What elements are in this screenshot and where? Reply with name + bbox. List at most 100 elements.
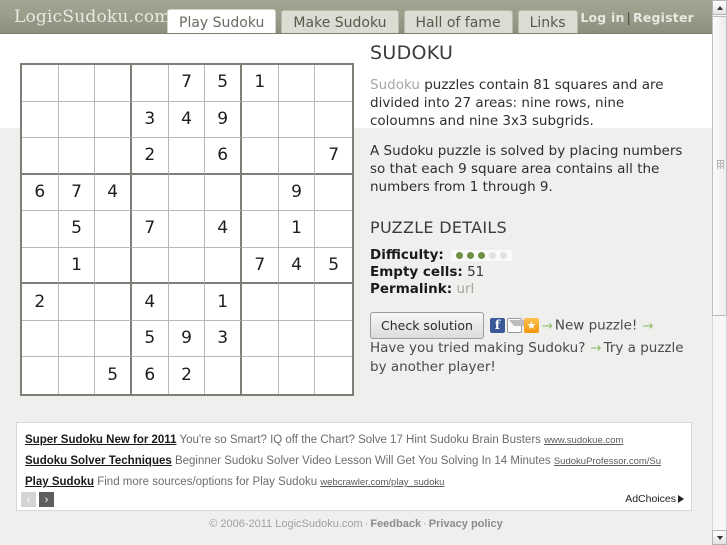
sudoku-cell-r4c3[interactable]: 4: [95, 174, 132, 212]
sudoku-cell-r4c6[interactable]: [205, 174, 242, 212]
sudoku-cell-r2c4[interactable]: 3: [132, 101, 169, 139]
sudoku-cell-r7c9[interactable]: [315, 284, 352, 321]
sudoku-cell-r6c1[interactable]: [22, 247, 59, 285]
sudoku-cell-r1c5[interactable]: 7: [168, 65, 206, 102]
sudoku-cell-r1c1[interactable]: [22, 65, 59, 102]
sudoku-cell-r9c6[interactable]: [205, 357, 242, 394]
sudoku-cell-r1c7[interactable]: 1: [242, 65, 279, 102]
sudoku-cell-r4c7[interactable]: [242, 174, 279, 212]
sudoku-cell-r2c7[interactable]: [242, 101, 279, 139]
sudoku-cell-r2c9[interactable]: [315, 101, 352, 139]
sudoku-cell-r5c3[interactable]: [95, 211, 132, 248]
sudoku-cell-r7c1[interactable]: 2: [22, 284, 59, 321]
sudoku-cell-r5c2[interactable]: 5: [58, 211, 96, 248]
scrollbar-up-button[interactable]: [712, 0, 727, 15]
ad-url[interactable]: www.sudokue.com: [544, 435, 623, 446]
sudoku-cell-r3c2[interactable]: [58, 138, 96, 175]
sudoku-cell-r8c8[interactable]: [278, 320, 316, 358]
ad-title[interactable]: Super Sudoku New for 2011: [25, 434, 176, 446]
scrollbar-down-button[interactable]: [712, 530, 727, 545]
sudoku-cell-r3c9[interactable]: 7: [315, 138, 352, 175]
sudoku-cell-r8c2[interactable]: [58, 320, 96, 358]
sudoku-cell-r6c7[interactable]: 7: [242, 247, 279, 285]
tab-play-sudoku[interactable]: Play Sudoku: [167, 9, 277, 33]
sudoku-cell-r8c7[interactable]: [242, 320, 279, 358]
sudoku-cell-r5c8[interactable]: 1: [278, 211, 316, 248]
sudoku-cell-r6c6[interactable]: [205, 247, 242, 285]
sudoku-cell-r4c9[interactable]: [315, 174, 352, 212]
ad-url[interactable]: SudokuProfessor.com/Su: [554, 456, 661, 467]
sudoku-cell-r1c2[interactable]: [58, 65, 96, 102]
sudoku-cell-r5c7[interactable]: [242, 211, 279, 248]
sudoku-cell-r9c2[interactable]: [58, 357, 96, 394]
make-sudoku-link[interactable]: Have you tried making Sudoku?: [370, 340, 585, 356]
sudoku-cell-r1c9[interactable]: [315, 65, 352, 102]
sudoku-cell-r3c6[interactable]: 6: [205, 138, 242, 175]
email-icon[interactable]: [506, 318, 530, 333]
ad-title[interactable]: Play Sudoku: [25, 476, 94, 488]
sudoku-cell-r3c3[interactable]: [95, 138, 132, 175]
sudoku-cell-r2c3[interactable]: [95, 101, 132, 139]
sudoku-cell-r1c8[interactable]: [278, 65, 316, 102]
sudoku-cell-r4c2[interactable]: 7: [58, 174, 96, 212]
sudoku-cell-r6c3[interactable]: [95, 247, 132, 285]
sudoku-cell-r3c8[interactable]: [278, 138, 316, 175]
ad-url[interactable]: webcrawler.com/play_sudoku: [320, 477, 444, 488]
feedback-link[interactable]: Feedback: [370, 518, 421, 530]
site-logo[interactable]: LogicSudoku.com: [14, 7, 171, 27]
sudoku-cell-r9c5[interactable]: 2: [168, 357, 206, 394]
register-link[interactable]: Register: [633, 10, 694, 25]
check-solution-button[interactable]: Check solution: [370, 312, 484, 339]
sudoku-cell-r4c1[interactable]: 6: [22, 174, 59, 212]
sudoku-cell-r5c1[interactable]: [22, 211, 59, 248]
sudoku-cell-r1c4[interactable]: [132, 65, 169, 102]
sudoku-cell-r2c1[interactable]: [22, 101, 59, 139]
sudoku-cell-r7c8[interactable]: [278, 284, 316, 321]
sudoku-cell-r5c6[interactable]: 4: [205, 211, 242, 248]
sudoku-cell-r6c5[interactable]: [168, 247, 206, 285]
sudoku-cell-r6c2[interactable]: 1: [58, 247, 96, 285]
sudoku-cell-r1c3[interactable]: [95, 65, 132, 102]
sudoku-cell-r3c1[interactable]: [22, 138, 59, 175]
adchoices-link[interactable]: AdChoices: [625, 493, 684, 505]
sudoku-cell-r9c3[interactable]: 5: [95, 357, 132, 394]
facebook-icon[interactable]: f: [489, 318, 505, 333]
sudoku-cell-r5c4[interactable]: 7: [132, 211, 169, 248]
sudoku-cell-r8c3[interactable]: [95, 320, 132, 358]
tab-hall-of-fame[interactable]: Hall of fame: [403, 10, 513, 33]
sudoku-cell-r8c5[interactable]: 9: [168, 320, 206, 358]
ad-title[interactable]: Sudoku Solver Techniques: [25, 455, 172, 467]
permalink-value[interactable]: url: [456, 281, 474, 297]
sudoku-cell-r9c9[interactable]: [315, 357, 352, 394]
sudoku-cell-r2c5[interactable]: 4: [168, 101, 206, 139]
sudoku-cell-r7c7[interactable]: [242, 284, 279, 321]
sudoku-cell-r7c3[interactable]: [95, 284, 132, 321]
sudoku-link[interactable]: Sudoku: [370, 77, 420, 93]
sudoku-cell-r3c7[interactable]: [242, 138, 279, 175]
sudoku-cell-r2c2[interactable]: [58, 101, 96, 139]
sudoku-cell-r6c9[interactable]: 5: [315, 247, 352, 285]
tab-links[interactable]: Links: [517, 10, 578, 33]
sudoku-cell-r3c4[interactable]: 2: [132, 138, 169, 175]
favorite-star-icon[interactable]: ★: [523, 318, 539, 333]
privacy-policy-link[interactable]: Privacy policy: [429, 518, 503, 530]
sudoku-cell-r5c9[interactable]: [315, 211, 352, 248]
sudoku-cell-r8c1[interactable]: [22, 320, 59, 358]
sudoku-cell-r2c8[interactable]: [278, 101, 316, 139]
ad-next-button[interactable]: ›: [39, 492, 54, 507]
sudoku-cell-r2c6[interactable]: 9: [205, 101, 242, 139]
ad-prev-button[interactable]: ‹: [21, 492, 36, 507]
sudoku-cell-r6c4[interactable]: [132, 247, 169, 285]
scrollbar-thumb[interactable]: [712, 16, 727, 316]
sudoku-cell-r7c2[interactable]: [58, 284, 96, 321]
browser-scrollbar[interactable]: [712, 0, 727, 545]
sudoku-cell-r7c6[interactable]: 1: [205, 284, 242, 321]
sudoku-cell-r1c6[interactable]: 5: [205, 65, 242, 102]
sudoku-cell-r9c7[interactable]: [242, 357, 279, 394]
sudoku-cell-r8c9[interactable]: [315, 320, 352, 358]
sudoku-cell-r6c8[interactable]: 4: [278, 247, 316, 285]
sudoku-cell-r7c4[interactable]: 4: [132, 284, 169, 321]
sudoku-cell-r9c1[interactable]: [22, 357, 59, 394]
sudoku-cell-r3c5[interactable]: [168, 138, 206, 175]
sudoku-cell-r9c4[interactable]: 6: [132, 357, 169, 394]
